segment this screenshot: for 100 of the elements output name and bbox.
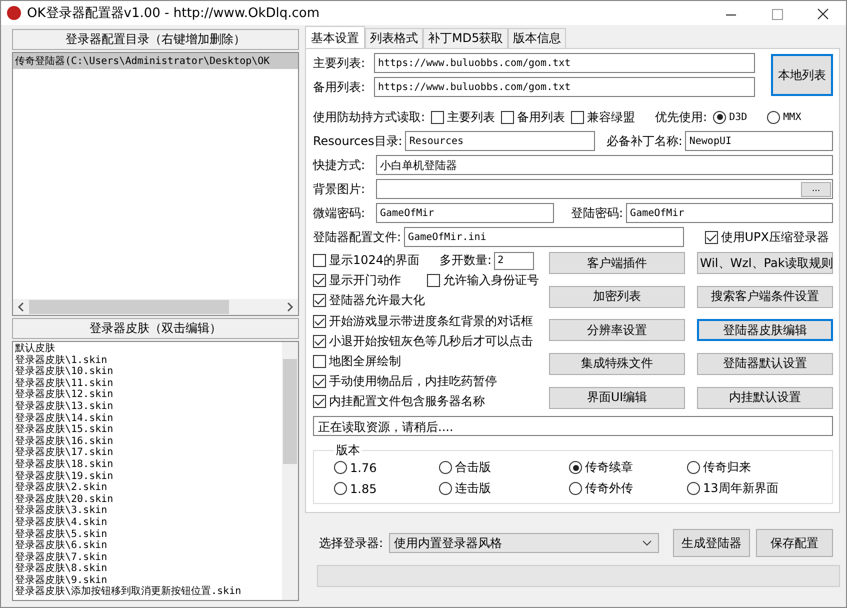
action-button[interactable]: 登陆器皮肤编辑	[697, 319, 833, 342]
radio-label: MMX	[783, 112, 802, 122]
checkbox[interactable]	[313, 274, 326, 288]
action-button[interactable]: 内挂默认设置	[697, 386, 833, 409]
field-label: 背景图片:	[313, 180, 366, 198]
tab[interactable]: 补丁MD5获取	[423, 28, 508, 48]
action-button[interactable]: 加密列表	[549, 286, 685, 308]
skin-item[interactable]: 登录器皮肤\18.skin	[15, 458, 282, 471]
field-label: 快捷方式:	[313, 156, 366, 174]
radio-label: 1.85	[350, 482, 377, 496]
skin-item[interactable]: 登录器皮肤\13.skin	[15, 400, 282, 413]
field-label: 优先使用:	[655, 108, 708, 126]
checkbox[interactable]	[571, 110, 584, 124]
checkbox[interactable]	[427, 274, 440, 288]
tab[interactable]: 列表格式	[365, 28, 423, 48]
radio-label: 合击版	[455, 459, 491, 476]
field-label: 备用列表:	[313, 78, 366, 96]
skin-item[interactable]: 登录器皮肤\6.skin	[15, 540, 282, 552]
local-list-button[interactable]: 本地列表	[771, 54, 833, 96]
radio-button[interactable]	[767, 110, 780, 124]
input-field[interactable]: https://www.buluobbs.com/gom.txt	[374, 77, 755, 97]
checkbox[interactable]	[313, 294, 326, 308]
action-button[interactable]: 集成特殊文件	[549, 352, 685, 375]
config-item[interactable]: 传奇登陆器(C:\Users\Administrator\Desktop\OK	[13, 53, 298, 69]
skin-item[interactable]: 登录器皮肤\1.skin	[15, 354, 282, 366]
skin-item[interactable]: 登录器皮肤\4.skin	[15, 516, 282, 528]
panel-header: 登录器皮肤（双击编辑）	[12, 318, 299, 339]
skin-item[interactable]: 登录器皮肤\15.skin	[15, 424, 282, 436]
skin-item[interactable]: 登录器皮肤\3.skin	[15, 505, 282, 517]
input-field[interactable]: ...	[376, 179, 833, 199]
checkbox-label: 主要列表	[447, 108, 496, 126]
input-field[interactable]: Resources	[405, 131, 596, 151]
input-field[interactable]: GameOfMir.ini	[404, 227, 684, 247]
radio-button[interactable]	[687, 461, 700, 474]
save-button[interactable]: 保存配置	[756, 529, 834, 558]
skin-item[interactable]: 登录器皮肤\11.skin	[15, 378, 282, 390]
checkbox[interactable]	[313, 334, 326, 348]
checkbox-label: 手动使用物品后，内挂吃药暂停	[329, 372, 497, 390]
tab[interactable]: 版本信息	[508, 28, 566, 48]
checkbox[interactable]	[704, 230, 718, 244]
input-field[interactable]: 小白单机登陆器	[376, 155, 833, 175]
radio-label: 传奇外传	[585, 480, 633, 498]
skin-item[interactable]: 登录器皮肤\9.skin	[15, 574, 282, 586]
skin-item[interactable]: 登录器皮肤\20.skin	[15, 494, 282, 506]
count-field[interactable]: 2	[494, 252, 534, 270]
status-field: 正在读取资源，请稍后....	[313, 416, 833, 436]
input-field[interactable]: GameOfMir	[626, 203, 833, 223]
radio-button[interactable]	[569, 461, 582, 474]
checkbox-label: 兼容绿盟	[587, 108, 636, 126]
skin-item[interactable]: 默认皮肤	[15, 343, 282, 355]
checkbox[interactable]	[313, 254, 326, 268]
horizontal-scrollbar[interactable]	[13, 299, 298, 315]
action-button[interactable]: 客户端插件	[549, 252, 685, 274]
skin-item[interactable]: 登录器皮肤\19.skin	[15, 470, 282, 482]
launcher-dropdown[interactable]: 使用内置登录器风格	[389, 533, 660, 554]
radio-button[interactable]	[439, 482, 452, 496]
skin-item[interactable]: 登录器皮肤\16.skin	[15, 436, 282, 448]
skin-item[interactable]: 登录器皮肤\添加按钮移到取消更新按钮位置.skin	[15, 586, 282, 598]
input-field[interactable]: NewopUI	[685, 131, 833, 151]
checkbox[interactable]	[313, 314, 326, 328]
field-label: 登陆器配置文件:	[313, 228, 402, 246]
checkbox[interactable]	[313, 354, 326, 368]
radio-button[interactable]	[687, 482, 700, 496]
radio-button[interactable]	[713, 110, 726, 124]
radio-button[interactable]	[569, 482, 582, 496]
input-field[interactable]: https://www.buluobbs.com/gom.txt	[374, 53, 755, 73]
skin-item[interactable]: 登录器皮肤\2.skin	[15, 482, 282, 494]
window-title: OK登录器配置器v1.00 - http://www.OkDlq.com	[27, 5, 321, 22]
radio-button[interactable]	[334, 482, 347, 496]
vertical-scrollbar[interactable]	[282, 342, 298, 600]
field-label: 选择登录器:	[319, 534, 384, 552]
skin-item[interactable]: 登录器皮肤\7.skin	[15, 552, 282, 564]
checkbox[interactable]	[431, 110, 444, 124]
action-button[interactable]: 分辨率设置	[549, 319, 685, 342]
field-label: 使用防劫持方式读取:	[313, 108, 426, 126]
radio-button[interactable]	[439, 461, 452, 474]
skin-item[interactable]: 登录器皮肤\17.skin	[15, 447, 282, 459]
group-label: 版本	[335, 442, 361, 460]
checkbox[interactable]	[313, 374, 326, 388]
checkbox-label: 内挂配置文件包含服务器名称	[329, 392, 485, 410]
checkbox[interactable]	[501, 110, 514, 124]
generate-button[interactable]: 生成登陆器	[673, 529, 750, 558]
skin-item[interactable]: 登录器皮肤\8.skin	[15, 563, 282, 575]
action-button[interactable]: 界面UI编辑	[549, 386, 685, 409]
tab[interactable]: 基本设置	[305, 26, 365, 48]
action-button[interactable]: 搜索客户端条件设置	[697, 286, 833, 308]
app-logo-icon	[7, 6, 21, 20]
input-field[interactable]: GameOfMir	[376, 203, 554, 223]
radio-button[interactable]	[334, 461, 347, 474]
action-button[interactable]: Wil、Wzl、Pak读取规则	[697, 252, 833, 274]
skin-item[interactable]: 登录器皮肤\14.skin	[15, 412, 282, 424]
skin-item[interactable]: 登录器皮肤\10.skin	[15, 366, 282, 378]
field-label: 必备补丁名称:	[606, 132, 682, 150]
browse-button[interactable]: ...	[801, 182, 831, 196]
checkbox[interactable]	[313, 394, 326, 408]
skin-item[interactable]: 登录器皮肤\5.skin	[15, 528, 282, 540]
field-label: 登陆密码:	[571, 204, 624, 222]
action-button[interactable]: 登陆器默认设置	[697, 352, 833, 375]
skin-item[interactable]: 登录器皮肤\12.skin	[15, 389, 282, 401]
checkbox-label: 使用UPX压缩登录器	[720, 228, 829, 246]
